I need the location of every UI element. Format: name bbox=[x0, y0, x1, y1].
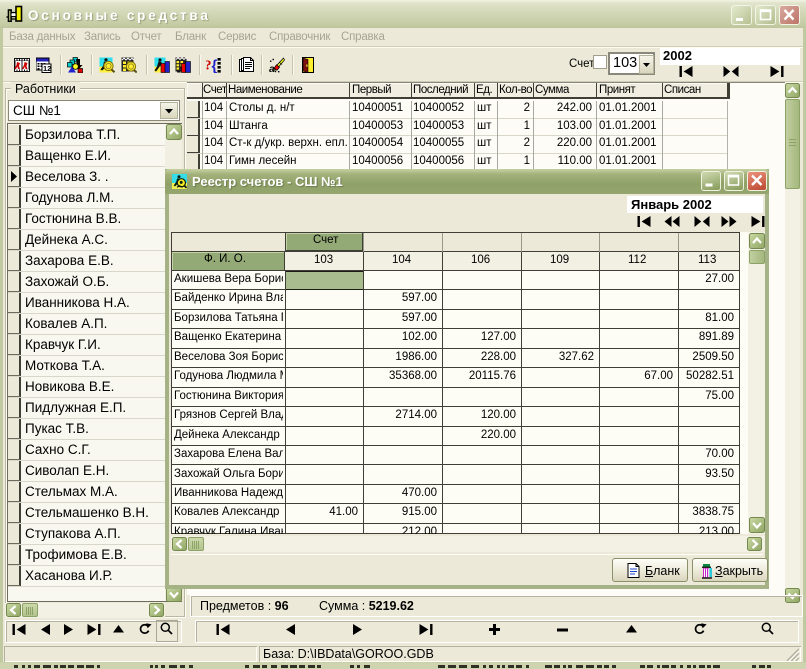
svg-text:a: a bbox=[269, 64, 275, 73]
svg-text:12: 12 bbox=[43, 64, 51, 73]
svg-text:{: { bbox=[212, 58, 218, 74]
